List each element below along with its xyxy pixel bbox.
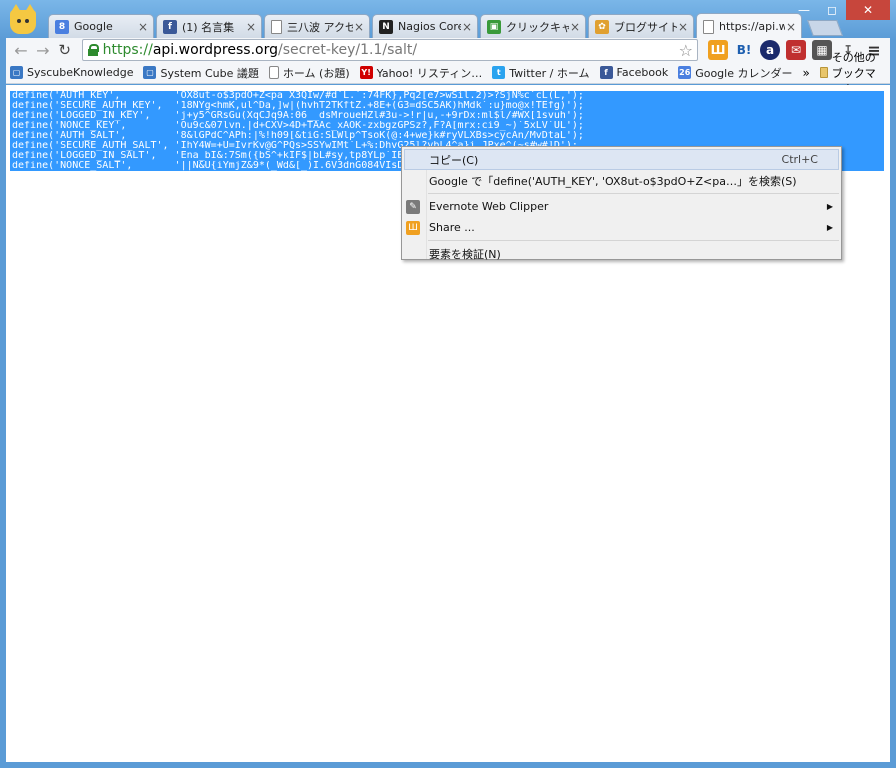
account-extension-icon[interactable]: a — [760, 40, 781, 60]
bookmark-item[interactable]: ▢ System Cube 議題 — [143, 65, 259, 81]
tab-2[interactable]: 三八波 アクセ × — [264, 14, 370, 38]
bookmark-label: System Cube 議題 — [160, 66, 259, 80]
nagios-icon: N — [379, 19, 393, 34]
copy-label: コピー(C) — [429, 153, 479, 167]
evernote-icon: ✎ — [406, 200, 420, 214]
bookmarks-overflow-button[interactable]: » — [803, 66, 810, 80]
lock-icon — [87, 44, 99, 56]
menu-separator — [428, 240, 839, 241]
bookmark-item[interactable]: ホーム (お題) — [268, 65, 350, 81]
evernote-label: Evernote Web Clipper — [429, 200, 549, 213]
calendar-icon: 26 — [678, 66, 692, 79]
folder-icon — [819, 67, 828, 78]
bookmark-label: Google カレンダー — [695, 66, 793, 80]
bookmark-item[interactable]: ▢ SyscubeKnowledge — [10, 66, 133, 79]
address-bar[interactable]: https:// api.wordpress.org /secret-key/1… — [81, 39, 699, 61]
bookmark-list: ▢ SyscubeKnowledge ▢ System Cube 議題 ホーム (お題)… — [10, 65, 803, 81]
menu-item-inspect[interactable]: 要素を検証(N) — [402, 243, 841, 264]
twitter-icon: t — [492, 66, 506, 79]
tab-close-icon[interactable]: × — [461, 20, 473, 34]
close-window-button[interactable]: ✕ — [846, 0, 890, 20]
bookmark-label: Facebook — [616, 66, 669, 79]
facebook-icon: f — [599, 66, 613, 79]
tab-label: Nagios Core — [398, 20, 461, 33]
bookmark-item[interactable]: f Facebook — [599, 66, 669, 79]
submenu-arrow-icon: ▶ — [826, 202, 833, 211]
bookmark-label: Twitter / ホーム — [509, 66, 590, 80]
bookmark-label: ホーム (お題) — [282, 66, 350, 80]
tab-6[interactable]: https://api.w × — [696, 13, 802, 39]
menu-separator — [428, 193, 839, 194]
page-icon — [268, 66, 279, 79]
tab-1[interactable]: f (1) 名言集 × — [156, 14, 262, 38]
share-label: Share ... — [429, 221, 475, 234]
tab-close-icon[interactable]: × — [245, 20, 257, 34]
tab-close-icon[interactable]: × — [353, 20, 365, 34]
star-icon[interactable]: ☆ — [679, 41, 693, 60]
back-button[interactable]: ← — [10, 39, 32, 61]
app-icon: ▣ — [487, 19, 501, 34]
bookmark-label: Yahoo! リスティン… — [376, 66, 483, 80]
tab-close-icon[interactable]: × — [137, 20, 149, 34]
tab-label: クリックキャ — [506, 20, 569, 34]
bookmark-item[interactable]: t Twitter / ホーム — [492, 65, 590, 81]
tab-3[interactable]: N Nagios Core × — [372, 14, 478, 38]
url-scheme: https:// — [102, 42, 153, 58]
forward-button[interactable]: → — [32, 39, 54, 61]
inspect-label: 要素を検証(N) — [429, 247, 501, 261]
flower-icon: ✿ — [595, 19, 609, 34]
tab-strip: 8 Google × f (1) 名言集 × 三八波 アクセ × N Nagios Core × ▣ ク… — [48, 13, 843, 39]
code-line: define('AUTH_SALT', '8&lGPdC^APh:|%!h09[… — [12, 131, 584, 141]
submenu-arrow-icon: ▶ — [826, 223, 833, 232]
tab-close-icon[interactable]: × — [677, 20, 689, 34]
new-tab-button[interactable] — [807, 20, 843, 36]
hatena-bookmark-icon[interactable]: B! — [734, 40, 754, 60]
bookmarks-bar: ▢ SyscubeKnowledge ▢ System Cube 議題 ホーム (お題)… — [6, 51, 890, 96]
window-icon: ▢ — [10, 66, 23, 79]
tab-label: 三八波 アクセ — [287, 20, 353, 34]
menu-item-evernote[interactable]: ✎ Evernote Web Clipper ▶ — [402, 196, 841, 217]
facebook-icon: f — [163, 19, 177, 34]
gmail-checker-icon[interactable]: ✉ — [786, 40, 807, 60]
bookmark-item[interactable]: Y! Yahoo! リスティン… — [359, 65, 483, 81]
share-extension-icon[interactable]: Ш — [708, 40, 729, 60]
code-line: define('NONCE_KEY', 'Ou9c&07lvn.|d+CXV>4… — [12, 121, 584, 131]
copy-shortcut: Ctrl+C — [781, 153, 818, 166]
page-icon — [271, 19, 282, 34]
tab-label: https://api.w — [719, 20, 785, 33]
context-menu: コピー(C) Ctrl+C Google で「define('AUTH_KEY'… — [401, 146, 842, 261]
menu-item-copy[interactable]: コピー(C) Ctrl+C — [404, 149, 839, 170]
bookmark-label: SyscubeKnowledge — [27, 66, 134, 79]
bookmark-item[interactable]: 26 Google カレンダー — [678, 65, 793, 81]
toolbar: ← → ↻ https:// api.wordpress.org /secret… — [6, 38, 890, 62]
tab-close-icon[interactable]: × — [569, 20, 581, 34]
google-search-label: Google で「define('AUTH_KEY', 'OX8ut-o$3pd… — [429, 174, 797, 188]
window-icon: ▢ — [143, 66, 157, 79]
code-line: define('LOGGED_IN_KEY', 'j+y5^GRsGu(XqCJ… — [12, 111, 584, 121]
url-host: api.wordpress.org — [152, 42, 278, 58]
tab-5[interactable]: ✿ ブログサイト × — [588, 14, 694, 38]
code-line: define('SECURE_AUTH_KEY', '18NYg<hmK,ul^… — [12, 101, 584, 111]
tab-4[interactable]: ▣ クリックキャ × — [480, 14, 586, 38]
browser-window: — ◻ ✕ 8 Google × f (1) 名言集 × 三八波 アクセ × N Nagios C… — [0, 0, 896, 768]
reload-button[interactable]: ↻ — [54, 39, 76, 61]
tab-label: ブログサイト — [614, 20, 677, 34]
tab-label: Google — [74, 20, 113, 33]
yahoo-icon: Y! — [359, 66, 373, 79]
page-icon — [703, 19, 714, 34]
code-line: define('AUTH_KEY', 'OX8ut-o$3pdO+Z<pa X3… — [12, 91, 584, 101]
tab-close-icon[interactable]: × — [785, 20, 797, 34]
tab-0[interactable]: 8 Google × — [48, 14, 154, 38]
cat-avatar-icon[interactable] — [10, 4, 36, 34]
menu-item-share[interactable]: Ш Share ... ▶ — [402, 217, 841, 238]
menu-item-google-search[interactable]: Google で「define('AUTH_KEY', 'OX8ut-o$3pd… — [402, 170, 841, 191]
google-icon: 8 — [55, 19, 69, 34]
share-icon: Ш — [406, 221, 420, 235]
tab-label: (1) 名言集 — [182, 20, 235, 34]
url-path: /secret-key/1.1/salt/ — [277, 42, 418, 58]
